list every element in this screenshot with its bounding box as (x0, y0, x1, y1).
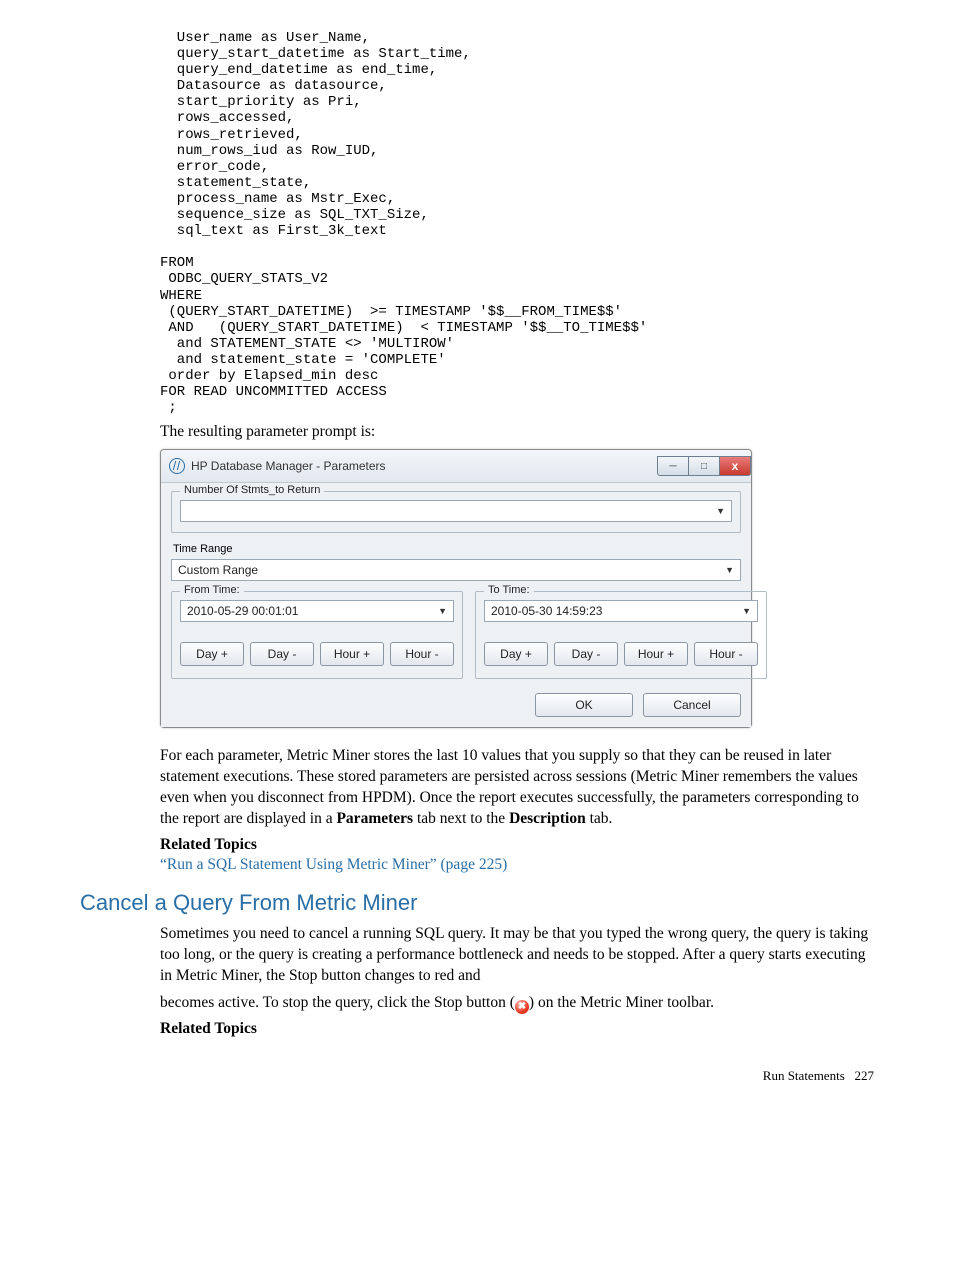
to-time-value: 2010-05-30 14:59:23 (491, 604, 602, 618)
paragraph-1-c: tab next to the (413, 810, 509, 827)
to-hour-minus-button[interactable]: Hour - (694, 642, 758, 666)
paragraph-3-a: becomes active. To stop the query, click… (160, 994, 515, 1011)
dialog-title: HP Database Manager - Parameters (191, 459, 386, 473)
hp-logo-icon (169, 458, 185, 474)
from-hour-minus-button[interactable]: Hour - (390, 642, 454, 666)
from-time-fieldset: From Time: 2010-05-29 00:01:01 ▼ Day + D… (171, 591, 463, 679)
chevron-down-icon: ▼ (742, 606, 751, 616)
intro-text: The resulting parameter prompt is: (160, 422, 874, 443)
paragraph-3: becomes active. To stop the query, click… (160, 993, 874, 1014)
from-day-plus-button[interactable]: Day + (180, 642, 244, 666)
cancel-button[interactable]: Cancel (643, 693, 741, 717)
close-icon: x (732, 459, 739, 473)
window-close-button[interactable]: x (720, 456, 751, 476)
section-heading-cancel-query: Cancel a Query From Metric Miner (80, 890, 874, 916)
from-hour-plus-button[interactable]: Hour + (320, 642, 384, 666)
to-time-dropdown[interactable]: 2010-05-30 14:59:23 ▼ (484, 600, 758, 622)
time-range-label: Time Range (173, 543, 741, 555)
to-day-plus-button[interactable]: Day + (484, 642, 548, 666)
description-tab-ref: Description (509, 810, 586, 827)
related-topics-heading-2: Related Topics (160, 1020, 874, 1038)
minimize-icon: ─ (669, 461, 676, 472)
chevron-down-icon: ▼ (438, 606, 447, 616)
time-range-dropdown[interactable]: Custom Range ▼ (171, 559, 741, 581)
ok-button[interactable]: OK (535, 693, 633, 717)
to-day-minus-button[interactable]: Day - (554, 642, 618, 666)
link-run-sql-statement[interactable]: “Run a SQL Statement Using Metric Miner”… (160, 856, 874, 874)
window-maximize-button[interactable]: □ (689, 456, 720, 476)
page-footer: Run Statements 227 (80, 1068, 874, 1084)
to-time-fieldset: To Time: 2010-05-30 14:59:23 ▼ Day + Day… (475, 591, 767, 679)
chevron-down-icon: ▼ (725, 565, 734, 575)
parameters-tab-ref: Parameters (336, 810, 413, 827)
from-time-legend: From Time: (180, 584, 244, 596)
paragraph-1: For each parameter, Metric Miner stores … (160, 746, 874, 830)
sql-code-block: User_name as User_Name, query_start_date… (160, 30, 874, 416)
footer-section: Run Statements (763, 1068, 845, 1083)
parameters-dialog: HP Database Manager - Parameters ─ □ x (160, 449, 752, 728)
chevron-down-icon: ▼ (716, 506, 725, 516)
footer-page-number: 227 (855, 1068, 875, 1083)
num-stmts-fieldset: Number Of Stmts_to Return ▼ (171, 491, 741, 533)
paragraph-2: Sometimes you need to cancel a running S… (160, 924, 874, 987)
from-time-dropdown[interactable]: 2010-05-29 00:01:01 ▼ (180, 600, 454, 622)
stop-icon: ✖ (515, 1000, 529, 1014)
from-time-value: 2010-05-29 00:01:01 (187, 604, 298, 618)
related-topics-heading-1: Related Topics (160, 836, 874, 854)
window-minimize-button[interactable]: ─ (657, 456, 689, 476)
paragraph-1-e: tab. (586, 810, 613, 827)
to-hour-plus-button[interactable]: Hour + (624, 642, 688, 666)
time-range-value: Custom Range (178, 563, 258, 577)
num-stmts-legend: Number Of Stmts_to Return (180, 484, 324, 496)
from-day-minus-button[interactable]: Day - (250, 642, 314, 666)
paragraph-3-b: ) on the Metric Miner toolbar. (529, 994, 714, 1011)
maximize-icon: □ (701, 461, 707, 472)
to-time-legend: To Time: (484, 584, 534, 596)
num-stmts-dropdown[interactable]: ▼ (180, 500, 732, 522)
dialog-titlebar: HP Database Manager - Parameters ─ □ x (161, 450, 751, 483)
